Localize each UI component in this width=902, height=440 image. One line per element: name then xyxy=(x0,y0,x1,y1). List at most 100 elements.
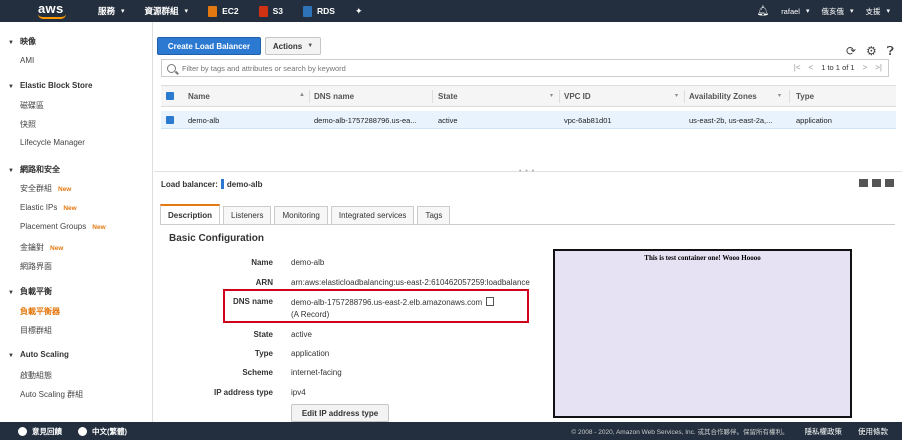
caret-down-icon: ▼ xyxy=(8,290,14,296)
gear-icon[interactable]: ⚙ xyxy=(866,44,877,59)
column-header-state[interactable]: State xyxy=(438,92,458,101)
sidebar-item-lifecycle-manager[interactable]: Lifecycle Manager xyxy=(20,138,85,147)
field-label-state: State xyxy=(253,330,273,339)
user-menu[interactable]: rafael ▾ xyxy=(781,7,809,16)
ec2-shortcut[interactable]: EC2 xyxy=(208,5,239,17)
column-divider xyxy=(684,90,685,103)
select-all-checkbox[interactable] xyxy=(166,92,174,100)
cell-dns-name: demo-alb-1757288796.us-ea... xyxy=(314,116,417,125)
field-value-dns-record: (A Record) xyxy=(291,310,330,319)
notifications[interactable]: 🔔︎ xyxy=(756,6,769,17)
support-menu[interactable]: 支援 ▾ xyxy=(865,6,890,17)
field-value-state: active xyxy=(291,330,312,339)
drag-handle-icon[interactable]: • • • xyxy=(519,168,535,175)
copy-icon[interactable] xyxy=(486,297,495,306)
edit-ip-address-type-button[interactable]: Edit IP address type xyxy=(291,404,389,422)
sidebar-section-label: 網路和安全 xyxy=(19,165,60,174)
feedback-link[interactable]: 意見回饋 xyxy=(18,426,62,437)
column-divider xyxy=(559,90,560,103)
help-icon[interactable]: ❓︎ xyxy=(887,44,894,59)
sidebar-section-label: Auto Scaling xyxy=(19,350,69,359)
tab-monitoring[interactable]: Monitoring xyxy=(274,206,328,224)
sidebar-item-volumes[interactable]: 磁碟區 xyxy=(20,100,44,111)
dns-name-text[interactable]: demo-alb-1757288796.us-east-2.elb.amazon… xyxy=(291,298,482,307)
privacy-link[interactable]: 隱私權政策 xyxy=(805,426,843,437)
chevron-down-icon[interactable]: ▾ xyxy=(675,92,678,99)
field-value-type: application xyxy=(291,349,330,358)
sidebar-section-load-balancing[interactable]: ▼ 負載平衡 xyxy=(8,286,52,297)
rds-shortcut[interactable]: RDS xyxy=(303,5,335,17)
sidebar-item-launch-configurations[interactable]: 啟動組態 xyxy=(20,370,52,381)
tab-listeners[interactable]: Listeners xyxy=(223,206,272,224)
sidebar-item-key-pairs[interactable]: 金鑰對 New xyxy=(20,242,63,253)
terms-link[interactable]: 使用條款 xyxy=(858,426,888,437)
field-label-type: Type xyxy=(254,349,273,358)
resource-groups-label: 資源群組 xyxy=(144,6,179,16)
services-label: 服務 xyxy=(98,6,116,16)
sidebar-section-auto-scaling[interactable]: ▼ Auto Scaling xyxy=(8,350,69,359)
search-input[interactable] xyxy=(182,63,762,73)
next-page-icon[interactable]: > xyxy=(863,63,868,72)
table-row[interactable]: demo-alb demo-alb-1757288796.us-ea... ac… xyxy=(161,111,896,129)
resource-groups-menu[interactable]: 資源群組 ▾ xyxy=(145,5,189,17)
new-badge: New xyxy=(63,205,77,212)
sidebar-item-security-groups[interactable]: 安全群組 New xyxy=(20,183,71,194)
layout-bottom-icon[interactable] xyxy=(872,179,881,187)
sidebar-item-ami[interactable]: AMI xyxy=(20,56,34,65)
caret-down-icon: ▼ xyxy=(8,84,14,90)
region-menu[interactable]: 俄亥俄 ▾ xyxy=(821,6,853,17)
caret-down-icon: ▼ xyxy=(8,40,14,46)
layout-split-icon[interactable] xyxy=(859,179,868,187)
sort-asc-icon[interactable]: ▲ xyxy=(299,92,305,98)
language-selector[interactable]: 中文(繁體) xyxy=(78,426,127,437)
cell-vpc-id: vpc-6ab81d01 xyxy=(564,116,612,125)
tab-description[interactable]: Description xyxy=(160,204,221,224)
sidebar-item-label: Placement Groups xyxy=(20,222,87,231)
sidebar-item-load-balancers[interactable]: 負載平衡器 xyxy=(20,306,60,317)
feedback-label: 意見回饋 xyxy=(32,426,62,436)
first-page-icon[interactable]: |< xyxy=(794,63,801,72)
column-header-availability-zones[interactable]: Availability Zones xyxy=(689,92,757,101)
actions-button[interactable]: Actions ▼ xyxy=(265,37,321,55)
cell-state: active xyxy=(438,116,458,125)
sidebar-item-auto-scaling-groups[interactable]: Auto Scaling 群組 xyxy=(20,389,83,400)
sidebar-item-target-groups[interactable]: 目標群組 xyxy=(20,325,52,336)
column-divider xyxy=(432,90,433,103)
chat-icon xyxy=(18,426,27,436)
create-load-balancer-button[interactable]: Create Load Balancer xyxy=(157,37,261,55)
sidebar-section-images[interactable]: ▼ 映像 xyxy=(8,36,36,47)
top-navigation: aws 服務 ▾ 資源群組 ▾ EC2 S3 RDS ✦ 🔔︎ rafael ▾… xyxy=(0,0,902,22)
last-page-icon[interactable]: >| xyxy=(875,63,882,72)
sidebar-item-snapshots[interactable]: 快照 xyxy=(20,119,36,130)
sidebar-item-network-interfaces[interactable]: 網路界面 xyxy=(20,261,52,272)
chevron-down-icon: ▾ xyxy=(886,8,890,15)
s3-shortcut[interactable]: S3 xyxy=(258,5,283,17)
chevron-down-icon[interactable]: ▾ xyxy=(778,92,781,99)
ec2-label: EC2 xyxy=(222,6,239,16)
pin-shortcut[interactable]: ✦ xyxy=(355,6,363,17)
copyright-text: © 2008 - 2020, Amazon Web Services, Inc.… xyxy=(571,429,789,436)
prev-page-icon[interactable]: < xyxy=(809,63,814,72)
services-menu[interactable]: 服務 ▾ xyxy=(98,5,125,17)
chevron-down-icon[interactable]: ▾ xyxy=(550,92,553,99)
sidebar-section-ebs[interactable]: ▼ Elastic Block Store xyxy=(8,81,92,90)
sidebar-section-label: Elastic Block Store xyxy=(19,81,93,90)
panel-splitter[interactable]: • • • xyxy=(154,168,902,175)
column-header-type[interactable]: Type xyxy=(796,92,814,101)
tab-integrated-services[interactable]: Integrated services xyxy=(330,206,415,224)
sidebar-item-placement-groups[interactable]: Placement Groups New xyxy=(20,222,106,231)
ec2-icon xyxy=(208,5,218,17)
refresh-icon[interactable]: ⟳ xyxy=(846,44,856,59)
column-header-vpc-id[interactable]: VPC ID xyxy=(564,92,591,101)
column-header-name[interactable]: Name xyxy=(188,92,210,101)
row-checkbox[interactable] xyxy=(166,116,174,124)
sidebar-item-label: 金鑰對 xyxy=(20,243,44,252)
sidebar-section-network[interactable]: ▼ 網路和安全 xyxy=(8,164,60,175)
sidebar-item-elastic-ips[interactable]: Elastic IPs New xyxy=(20,203,77,212)
sidebar-item-label: 安全群組 xyxy=(20,184,52,193)
cell-name: demo-alb xyxy=(188,116,220,125)
column-header-dns-name[interactable]: DNS name xyxy=(314,92,354,101)
layout-full-icon[interactable] xyxy=(885,179,894,187)
aws-logo[interactable]: aws xyxy=(34,0,78,22)
tab-tags[interactable]: Tags xyxy=(417,206,451,224)
